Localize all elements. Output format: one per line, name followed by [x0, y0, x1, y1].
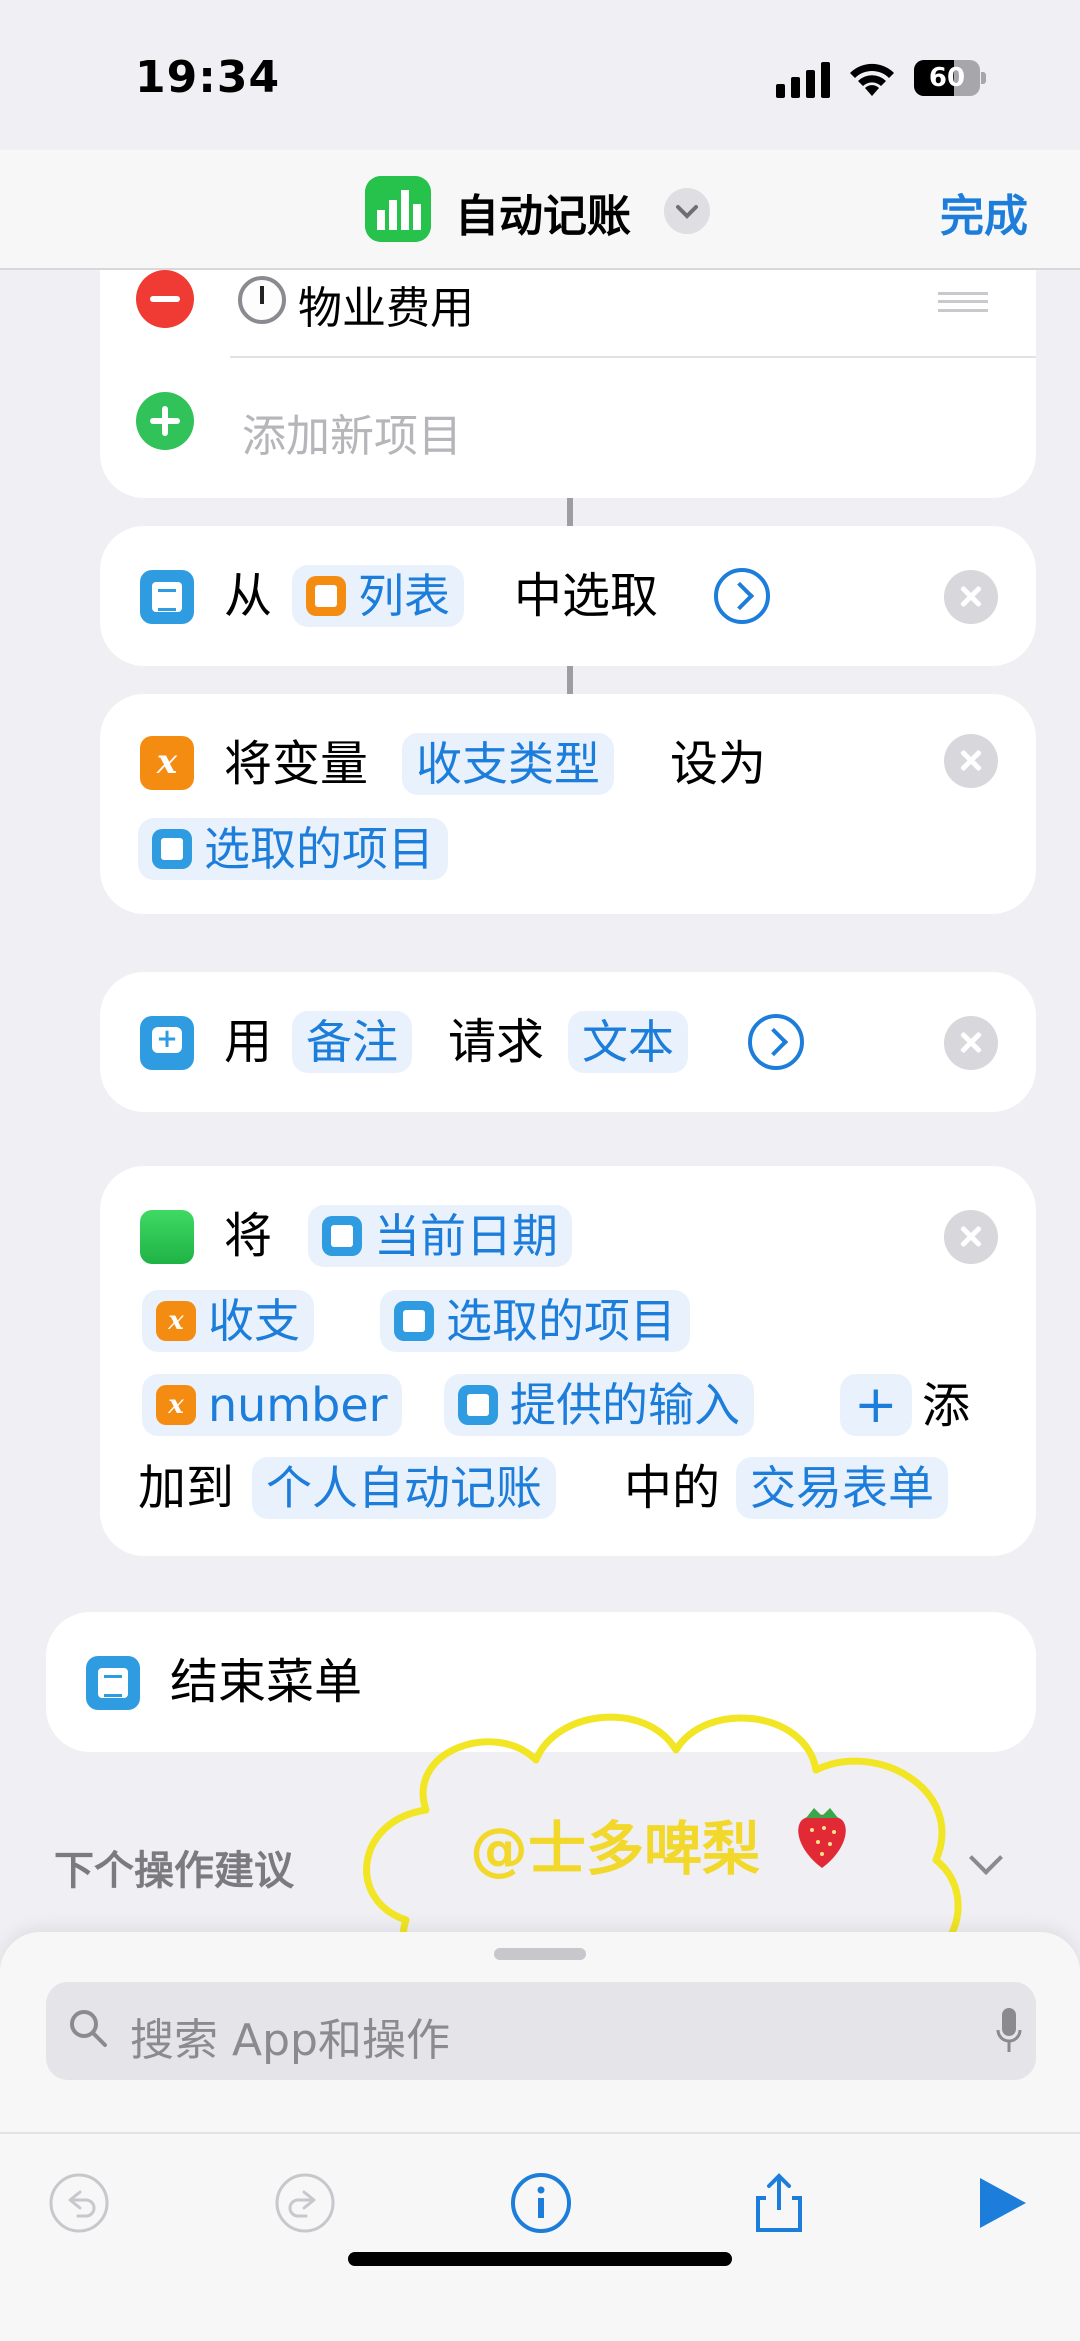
chip-label: 收支	[208, 1294, 300, 1348]
input-type-chip[interactable]: 文本	[568, 1011, 688, 1073]
chip-label: 提供的输入	[510, 1378, 740, 1432]
wifi-icon	[850, 63, 894, 96]
list-variable-chip[interactable]: 列表	[292, 565, 464, 627]
variable-x-icon: x	[140, 736, 194, 790]
expand-arrow-icon[interactable]	[748, 1014, 804, 1070]
status-bar: 19:34 60	[0, 0, 1080, 150]
list-icon	[306, 575, 346, 616]
remove-action-button[interactable]	[944, 1210, 998, 1264]
play-icon[interactable]	[970, 2172, 1032, 2234]
undo-icon[interactable]	[48, 2172, 110, 2234]
prompt-chip[interactable]: 备注	[292, 1011, 412, 1073]
done-button[interactable]: 完成	[940, 180, 1028, 244]
variable-chip[interactable]: x 收支	[142, 1290, 314, 1352]
action-text: 用	[224, 1014, 273, 1070]
list-card: 物业费用 添加新项目	[100, 240, 1036, 498]
shortcut-title[interactable]: 自动记账	[455, 180, 631, 244]
choose-from-list-action[interactable]: 从 列表 中选取	[100, 526, 1036, 666]
menu-result-icon	[152, 828, 192, 869]
nav-bar: 自动记账 完成	[0, 150, 1080, 270]
add-row-action[interactable]: 将 当前日期 x 收支 选取的项目 x number 提供的输入 + 添 加到 个人…	[100, 1166, 1036, 1556]
ask-for-input-action[interactable]: 用 备注 请求 文本	[100, 972, 1036, 1112]
action-search-sheet: 搜索 App和操作	[0, 1932, 1080, 2341]
share-icon[interactable]	[748, 2172, 810, 2234]
document-chip[interactable]: 个人自动记账	[252, 1457, 556, 1519]
strawberry-icon	[798, 1808, 846, 1868]
remove-action-button[interactable]	[944, 1016, 998, 1070]
add-item-button[interactable]	[136, 392, 194, 450]
info-icon[interactable]	[510, 2172, 572, 2234]
action-text: 设为	[670, 736, 767, 792]
menu-action-icon	[140, 570, 194, 624]
delete-item-button[interactable]	[136, 270, 194, 328]
chip-label: 当前日期	[374, 1209, 558, 1263]
watermark-text: @士多啤梨	[470, 1815, 761, 1883]
editor-toolbar	[0, 2132, 1080, 2341]
end-menu-label: 结束菜单	[170, 1654, 363, 1710]
numbers-app-icon	[365, 176, 431, 242]
action-text: 加到	[138, 1460, 235, 1516]
clock-emoji-icon	[238, 276, 286, 324]
search-input[interactable]: 搜索 App和操作	[130, 2004, 450, 2068]
expand-arrow-icon[interactable]	[714, 568, 770, 624]
sheet-grabber[interactable]	[494, 1948, 586, 1960]
remove-action-button[interactable]	[944, 734, 998, 788]
search-icon	[70, 2010, 107, 2047]
sheet-chip[interactable]: 交易表单	[736, 1457, 948, 1519]
action-text: 将	[224, 1208, 273, 1264]
selected-item-chip[interactable]: 选取的项目	[138, 818, 448, 880]
battery-level: 60	[928, 63, 966, 93]
calendar-icon	[322, 1215, 362, 1256]
reorder-handle-icon[interactable]	[938, 292, 988, 312]
action-text: 添	[922, 1378, 971, 1434]
action-text: 从	[224, 568, 273, 624]
provided-input-chip[interactable]: 提供的输入	[444, 1374, 754, 1436]
add-variable-button[interactable]: +	[840, 1374, 912, 1436]
variable-x-icon: x	[156, 1384, 196, 1425]
battery-icon: 60	[914, 60, 986, 96]
chevron-down-icon[interactable]	[664, 188, 710, 234]
add-new-item-placeholder[interactable]: 添加新项目	[242, 400, 462, 464]
chip-label: 列表	[358, 569, 450, 623]
action-text: 中的	[624, 1460, 721, 1516]
set-variable-action[interactable]: x 将变量 收支类型 设为 选取的项目	[100, 694, 1036, 914]
connector-line	[567, 498, 573, 526]
ask-input-icon	[140, 1016, 194, 1070]
numbers-action-icon	[140, 1210, 194, 1264]
selected-item-chip[interactable]: 选取的项目	[380, 1290, 690, 1352]
variable-name-chip[interactable]: 收支类型	[402, 733, 614, 795]
connector-line	[567, 666, 573, 694]
chip-label: number	[208, 1378, 388, 1432]
current-date-chip[interactable]: 当前日期	[308, 1205, 572, 1267]
action-text: 中选取	[514, 568, 659, 624]
next-action-suggestions-label: 下个操作建议	[54, 1848, 294, 1894]
ask-input-icon	[458, 1384, 498, 1425]
remove-action-button[interactable]	[944, 570, 998, 624]
home-indicator[interactable]	[348, 2252, 732, 2266]
action-text: 请求	[448, 1014, 545, 1070]
status-time: 19:34	[135, 52, 281, 103]
search-bar[interactable]: 搜索 App和操作	[46, 1982, 1036, 2080]
number-variable-chip[interactable]: x number	[142, 1374, 402, 1436]
add-item-row[interactable]: 添加新项目	[100, 358, 1036, 486]
chip-label: 选取的项目	[204, 822, 434, 876]
menu-action-icon	[86, 1656, 140, 1710]
cellular-signal-icon	[776, 62, 830, 98]
variable-x-icon: x	[156, 1300, 196, 1341]
microphone-icon[interactable]	[996, 2006, 1022, 2058]
action-text: 将变量	[224, 736, 369, 792]
chip-label: 选取的项目	[446, 1294, 676, 1348]
list-item-label[interactable]: 物业费用	[298, 272, 474, 336]
menu-result-icon	[394, 1300, 434, 1341]
redo-icon[interactable]	[274, 2172, 336, 2234]
